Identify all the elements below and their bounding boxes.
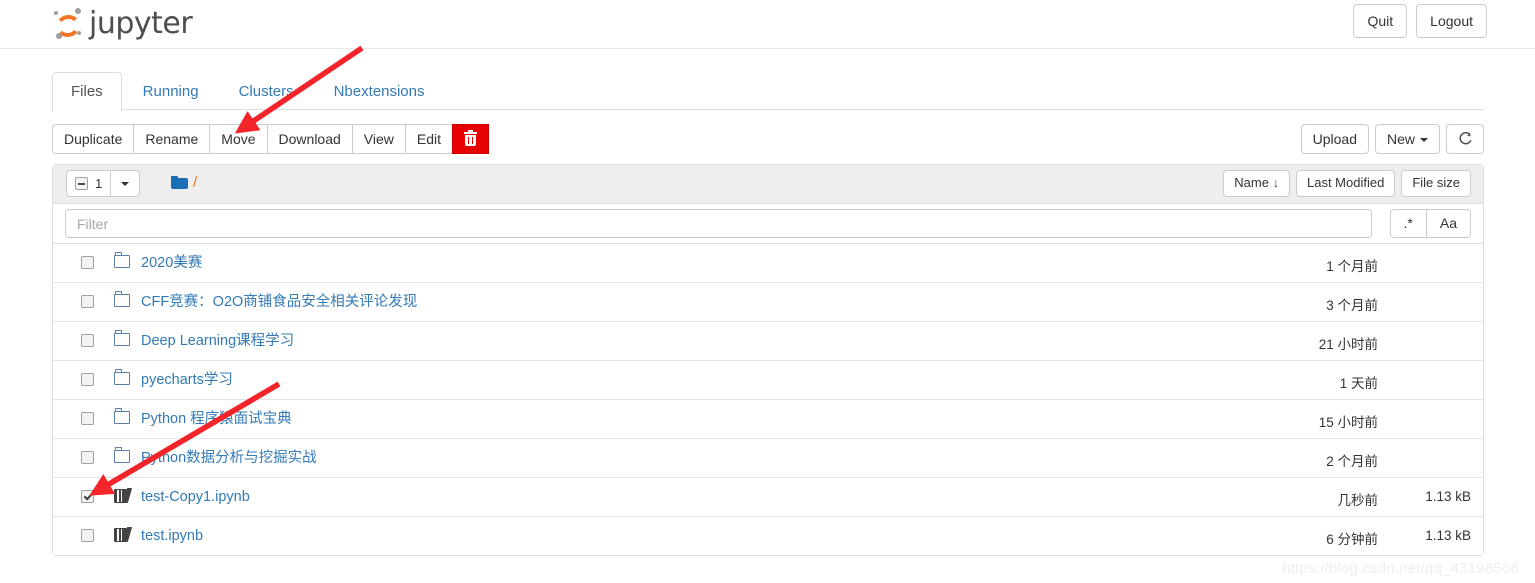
edit-button[interactable]: Edit xyxy=(404,124,454,155)
tab-running-link[interactable]: Running xyxy=(124,72,218,112)
main-tabs-bar: Files Running Clusters Nbextensions xyxy=(52,72,1484,113)
delete-button[interactable] xyxy=(452,124,490,155)
chevron-down-icon xyxy=(121,181,130,186)
select-all-group: 1 xyxy=(66,170,141,197)
notebook-icon xyxy=(114,527,133,545)
table-row[interactable]: test.ipynb 6 分钟前 1.13 kB xyxy=(53,517,1483,555)
chevron-down-icon xyxy=(1420,138,1428,143)
selected-count: 1 xyxy=(95,176,103,191)
table-row[interactable]: 2020美赛 1 个月前 xyxy=(53,244,1483,283)
tab-files-link[interactable]: Files xyxy=(52,72,122,113)
file-list-toolbar: 1 / Name ↓ Last Modified File size xyxy=(53,165,1483,204)
file-action-toolbar: Duplicate Rename Move Download View Edit… xyxy=(52,124,1484,155)
breadcrumb: / xyxy=(171,174,197,191)
table-row[interactable]: pyecharts学习 1 天前 xyxy=(53,361,1483,400)
sort-by-name-label: Name xyxy=(1234,175,1269,190)
filter-row: .* Aa xyxy=(53,204,1483,244)
row-checkbox[interactable] xyxy=(81,412,94,425)
row-checkbox[interactable] xyxy=(81,529,94,542)
file-name-link[interactable]: 2020美赛 xyxy=(141,254,202,273)
tab-running[interactable]: Running xyxy=(124,72,218,112)
view-button[interactable]: View xyxy=(351,124,406,155)
table-row[interactable]: Python数据分析与挖掘实战 2 个月前 xyxy=(53,439,1483,478)
header-actions: Quit Logout xyxy=(1353,4,1487,39)
table-row[interactable]: CFF竞赛：O2O商铺食品安全相关评论发现 3 个月前 xyxy=(53,283,1483,322)
move-button[interactable]: Move xyxy=(209,124,268,155)
jupyter-logo[interactable]: jupyter xyxy=(53,2,193,46)
file-name-link[interactable]: test-Copy1.ipynb xyxy=(141,488,250,507)
file-modified: 3 个月前 xyxy=(1326,298,1378,313)
folder-icon xyxy=(114,329,130,349)
file-modified: 6 分钟前 xyxy=(1326,532,1378,547)
row-checkbox[interactable] xyxy=(81,256,94,269)
file-action-group: Duplicate Rename Move Download View Edit xyxy=(52,124,490,155)
folder-icon xyxy=(114,446,130,466)
file-name-link[interactable]: Python数据分析与挖掘实战 xyxy=(141,449,317,468)
file-size: 1.13 kB xyxy=(1425,528,1471,543)
sort-buttons: Name ↓ Last Modified File size xyxy=(1223,170,1471,197)
download-button[interactable]: Download xyxy=(266,124,353,155)
file-name-link[interactable]: pyecharts学习 xyxy=(141,371,233,390)
folder-icon xyxy=(114,368,130,388)
jupyter-logo-icon xyxy=(53,7,85,41)
page-header: jupyter Quit Logout xyxy=(0,0,1535,49)
file-name-link[interactable]: Python 程序猿面试宝典 xyxy=(141,410,292,429)
rename-button[interactable]: Rename xyxy=(133,124,211,155)
refresh-button[interactable] xyxy=(1446,124,1484,155)
file-create-group: Upload New xyxy=(1300,124,1484,155)
tab-clusters-link[interactable]: Clusters xyxy=(220,72,313,112)
file-modified: 几秒前 xyxy=(1337,493,1379,508)
upload-button[interactable]: Upload xyxy=(1300,124,1369,155)
file-modified: 15 小时前 xyxy=(1318,415,1378,430)
file-modified: 21 小时前 xyxy=(1318,337,1378,352)
row-checkbox[interactable] xyxy=(81,295,94,308)
refresh-icon xyxy=(1459,132,1472,145)
file-name-link[interactable]: test.ipynb xyxy=(141,527,203,546)
file-list-panel: 1 / Name↓ Last Modified File size .* Aa xyxy=(52,164,1484,556)
trash-icon xyxy=(464,129,478,147)
filter-input[interactable] xyxy=(65,209,1372,238)
tab-files[interactable]: Files xyxy=(52,72,122,113)
tab-nbextensions[interactable]: Nbextensions xyxy=(315,72,444,112)
watermark: https://blog.csdn.net/qq_43198568 xyxy=(1282,560,1519,577)
main-tabs: Files Running Clusters Nbextensions xyxy=(52,72,1484,113)
filter-regex-button[interactable]: .* xyxy=(1389,209,1427,238)
row-checkbox[interactable] xyxy=(81,334,94,347)
file-modified: 1 天前 xyxy=(1339,376,1378,391)
new-dropdown-label: New xyxy=(1386,131,1415,147)
duplicate-button[interactable]: Duplicate xyxy=(52,124,135,155)
folder-icon xyxy=(171,175,188,190)
file-name-link[interactable]: Deep Learning课程学习 xyxy=(141,332,294,351)
select-all-checkbox-cell[interactable]: 1 xyxy=(66,170,112,197)
tab-clusters[interactable]: Clusters xyxy=(220,72,313,112)
row-checkbox[interactable] xyxy=(81,490,94,503)
folder-icon xyxy=(114,290,130,310)
select-all-checkbox[interactable] xyxy=(75,177,88,190)
table-row[interactable]: test-Copy1.ipynb 几秒前 1.13 kB xyxy=(53,478,1483,517)
new-dropdown-button[interactable]: New xyxy=(1374,124,1440,155)
tab-nbextensions-link[interactable]: Nbextensions xyxy=(315,72,444,112)
filter-options: .* Aa xyxy=(1389,209,1471,238)
file-modified: 1 个月前 xyxy=(1326,259,1378,274)
sort-by-name-button[interactable]: Name ↓ xyxy=(1223,170,1290,197)
jupyter-logo-text: jupyter xyxy=(89,6,193,41)
filter-case-button[interactable]: Aa xyxy=(1425,209,1471,238)
sort-by-modified-button[interactable]: Last Modified xyxy=(1295,170,1396,197)
select-menu-button[interactable] xyxy=(111,170,141,197)
sort-by-size-button[interactable]: File size xyxy=(1401,170,1471,197)
breadcrumb-root-link[interactable]: / xyxy=(193,174,197,191)
logout-button[interactable]: Logout xyxy=(1416,4,1487,39)
folder-icon xyxy=(114,251,130,271)
table-row[interactable]: Deep Learning课程学习 21 小时前 xyxy=(53,322,1483,361)
notebook-icon xyxy=(114,488,133,506)
quit-button[interactable]: Quit xyxy=(1353,4,1408,39)
table-row[interactable]: Python 程序猿面试宝典 15 小时前 xyxy=(53,400,1483,439)
file-size: 1.13 kB xyxy=(1425,489,1471,504)
row-checkbox[interactable] xyxy=(81,451,94,464)
file-name-link[interactable]: CFF竞赛：O2O商铺食品安全相关评论发现 xyxy=(141,293,417,312)
arrow-down-icon: ↓ xyxy=(1272,176,1279,190)
folder-icon xyxy=(114,407,130,427)
file-modified: 2 个月前 xyxy=(1326,454,1378,469)
row-checkbox[interactable] xyxy=(81,373,94,386)
